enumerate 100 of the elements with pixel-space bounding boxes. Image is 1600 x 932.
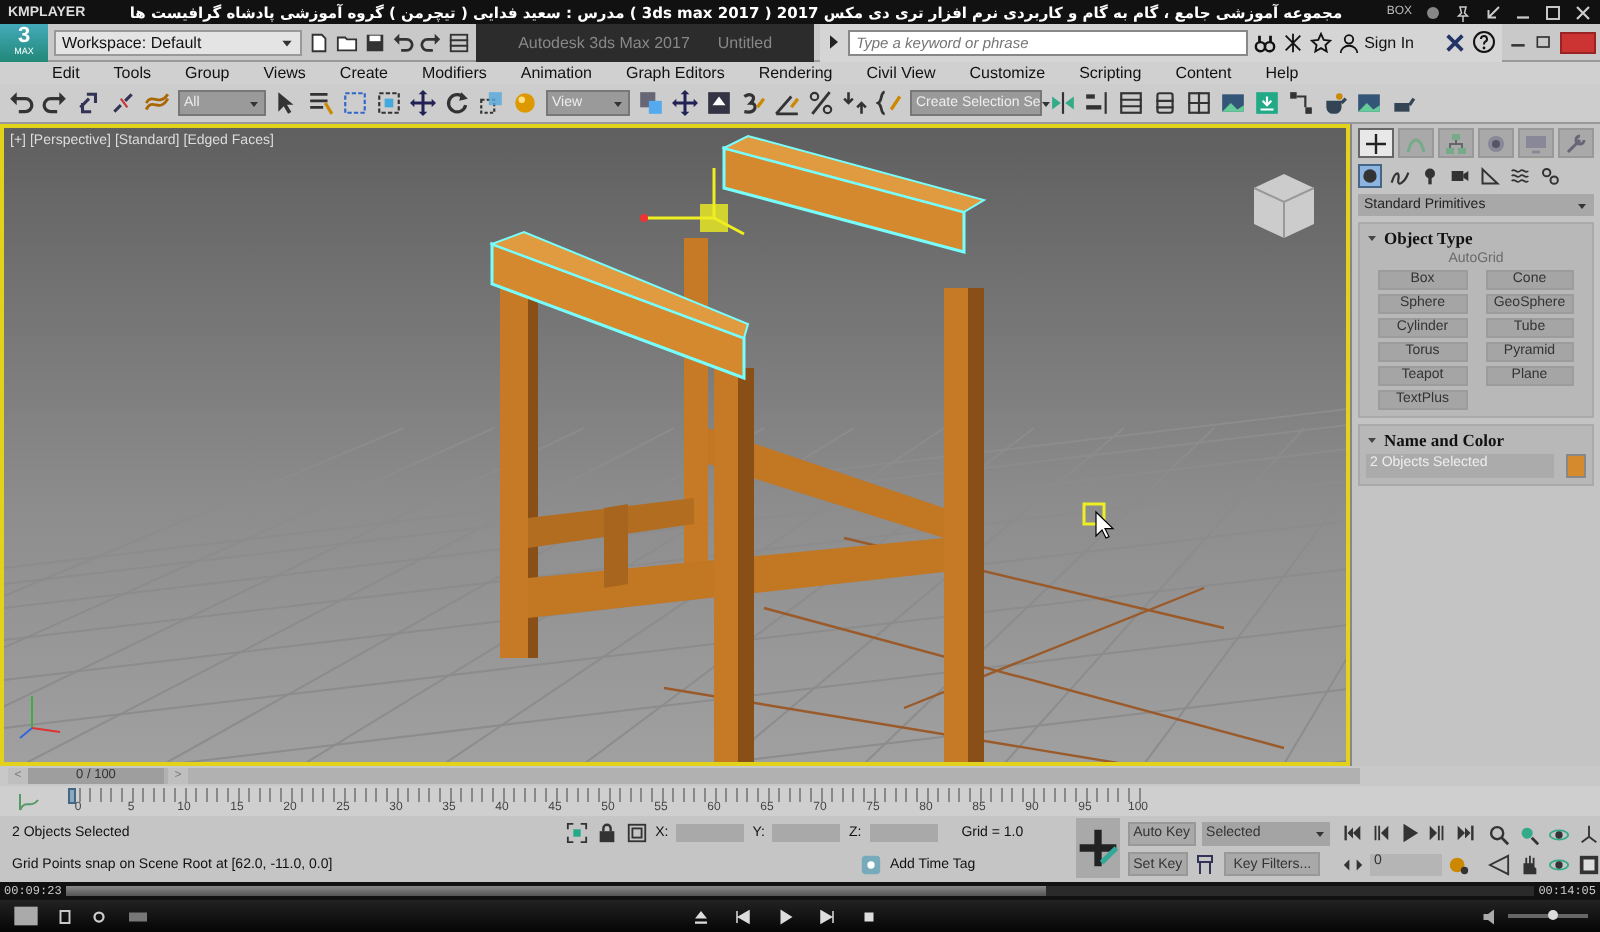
- window-select-icon[interactable]: [376, 90, 402, 116]
- collapse-icon[interactable]: [1366, 232, 1378, 244]
- undo-icon[interactable]: [392, 31, 414, 53]
- eject-icon[interactable]: [692, 907, 710, 925]
- menu-item[interactable]: Views: [263, 64, 306, 82]
- help-icon[interactable]: [1472, 30, 1496, 54]
- pin-icon[interactable]: [1454, 3, 1472, 21]
- playlist-icon[interactable]: [56, 907, 74, 925]
- menu-item[interactable]: Help: [1265, 64, 1299, 82]
- menu-item[interactable]: Tools: [113, 64, 151, 82]
- wave-icon[interactable]: [144, 90, 170, 116]
- menu-item[interactable]: Civil View: [866, 64, 936, 82]
- workspace-dropdown[interactable]: Workspace: Default: [54, 29, 302, 55]
- menu-item[interactable]: Edit: [52, 64, 80, 82]
- circle-icon[interactable]: [1424, 3, 1442, 21]
- star-icon[interactable]: [1310, 31, 1333, 53]
- unlink-icon[interactable]: [110, 90, 136, 116]
- frame-indicator[interactable]: [68, 787, 76, 803]
- layers-icon[interactable]: [1152, 90, 1178, 116]
- category-button[interactable]: [1358, 164, 1382, 188]
- maximize-viewport-icon[interactable]: [1578, 853, 1600, 875]
- field-of-view-icon[interactable]: [1488, 853, 1510, 875]
- selection-box-icon[interactable]: [565, 821, 588, 843]
- picture-icon[interactable]: [1356, 90, 1382, 116]
- zoom-icon[interactable]: [1488, 823, 1510, 845]
- category-button[interactable]: [1478, 164, 1502, 188]
- tag-icon[interactable]: [859, 853, 882, 875]
- next-icon[interactable]: [818, 907, 836, 925]
- seek-bar[interactable]: [65, 886, 1535, 896]
- sign-in-button[interactable]: Sign In: [1338, 31, 1414, 53]
- cross-arrows-icon[interactable]: [672, 90, 698, 116]
- next-frame-icon[interactable]: [1426, 822, 1448, 845]
- lock-icon[interactable]: [595, 821, 618, 843]
- shrink-icon[interactable]: [1484, 3, 1502, 21]
- rollout-title[interactable]: Object Type: [1384, 228, 1473, 248]
- undo-icon[interactable]: [8, 90, 34, 116]
- category-button[interactable]: [1508, 164, 1532, 188]
- grid-icon[interactable]: [1186, 90, 1212, 116]
- link-icon[interactable]: [76, 90, 102, 116]
- y-coordinate-field[interactable]: [772, 823, 841, 841]
- angle-snap-icon[interactable]: [774, 90, 800, 116]
- table-icon[interactable]: [1118, 90, 1144, 116]
- menu-item[interactable]: Modifiers: [421, 64, 487, 82]
- percent-icon[interactable]: [808, 90, 834, 116]
- new-file-icon[interactable]: [308, 31, 330, 53]
- move-icon[interactable]: [410, 90, 436, 116]
- download-icon[interactable]: [1254, 90, 1280, 116]
- maximize-icon[interactable]: [1544, 3, 1562, 21]
- settings-icon[interactable]: [90, 907, 108, 925]
- stop-icon[interactable]: [860, 907, 878, 925]
- previous-frame-icon[interactable]: [1370, 822, 1392, 845]
- skip-start-icon[interactable]: [1342, 822, 1364, 845]
- play-icon[interactable]: [776, 907, 794, 925]
- x-icon[interactable]: [1444, 31, 1466, 53]
- z-coordinate-field[interactable]: [869, 823, 938, 841]
- menu-item[interactable]: Create: [339, 64, 388, 82]
- menu-item[interactable]: Graph Editors: [625, 64, 725, 82]
- set-key-big-button[interactable]: [1075, 818, 1120, 878]
- align-bars-icon[interactable]: [1084, 90, 1110, 116]
- axis-icon[interactable]: [1578, 823, 1600, 845]
- viewcube-drawing[interactable]: [1253, 174, 1315, 239]
- brace-icon[interactable]: [876, 90, 902, 116]
- menu-item[interactable]: Group: [184, 64, 230, 82]
- close-icon[interactable]: [1574, 3, 1592, 21]
- binoculars-icon[interactable]: [1254, 31, 1277, 53]
- expand-arrow-icon[interactable]: [826, 34, 843, 50]
- redo-icon[interactable]: [42, 90, 68, 116]
- save-icon[interactable]: [364, 31, 386, 53]
- open-folder-icon[interactable]: [336, 31, 358, 53]
- menu-item[interactable]: Scripting: [1079, 64, 1142, 82]
- scale-icon[interactable]: [478, 90, 504, 116]
- transform-gizmo-drawing[interactable]: [640, 166, 746, 236]
- snap-icon[interactable]: [740, 90, 766, 116]
- image-icon[interactable]: [1220, 90, 1246, 116]
- absolute-mode-icon[interactable]: [625, 821, 648, 843]
- rectangle-select-icon[interactable]: [342, 90, 368, 116]
- skip-end-icon[interactable]: [1454, 822, 1476, 845]
- panel-tab[interactable]: [1358, 128, 1394, 158]
- rollout-title[interactable]: Name and Color: [1384, 430, 1504, 450]
- menu-item[interactable]: Rendering: [758, 64, 833, 82]
- rotate-icon[interactable]: [444, 90, 470, 116]
- pan-hand-icon[interactable]: [1518, 853, 1540, 875]
- color-swatch[interactable]: [1566, 454, 1586, 478]
- category-button[interactable]: [1538, 164, 1562, 188]
- x-coordinate-field[interactable]: [676, 823, 745, 841]
- menu-item[interactable]: Customize: [969, 64, 1046, 82]
- nodes-icon[interactable]: [1288, 90, 1314, 116]
- list-icon[interactable]: [308, 90, 334, 116]
- menu-item[interactable]: Content: [1175, 64, 1232, 82]
- restore-icon[interactable]: [1534, 32, 1554, 52]
- mirror-icon[interactable]: [1050, 90, 1076, 116]
- previous-icon[interactable]: [734, 907, 752, 925]
- align-icon[interactable]: [638, 90, 664, 116]
- play-icon[interactable]: [1398, 822, 1420, 845]
- redo-icon[interactable]: [420, 31, 442, 53]
- collapse-icon[interactable]: [1366, 434, 1378, 446]
- menu-item[interactable]: Animation: [520, 64, 592, 82]
- volume-thumb[interactable]: [1548, 910, 1558, 920]
- close-button[interactable]: [1560, 31, 1596, 53]
- speaker-icon[interactable]: [1482, 907, 1500, 925]
